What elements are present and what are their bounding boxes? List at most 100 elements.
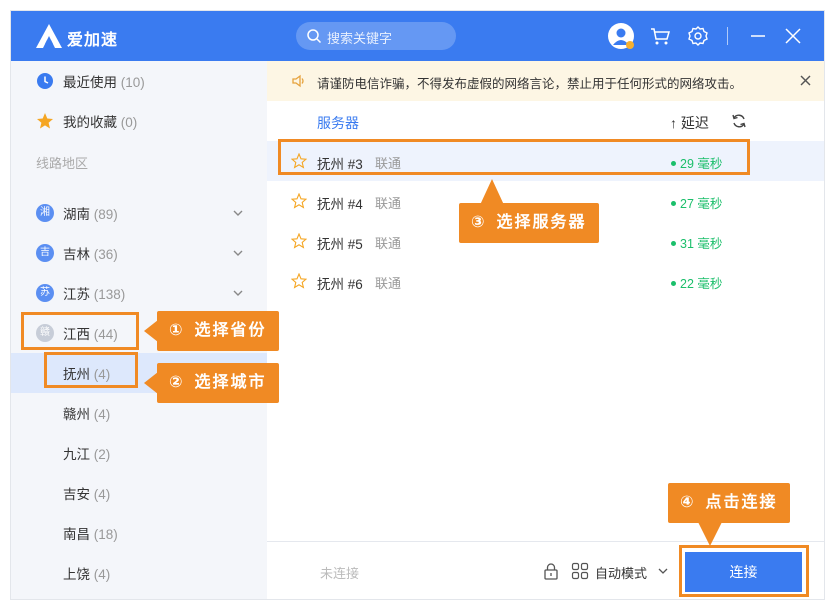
province-badge: 湘	[36, 204, 54, 222]
sidebar-city-nanchang[interactable]: 南昌 (18)	[11, 513, 267, 553]
star-icon	[37, 113, 53, 129]
step-text: 选择城市	[194, 374, 267, 391]
server-isp: 联通	[375, 196, 402, 211]
search-input[interactable]: 搜索关键字	[296, 22, 456, 50]
cart-icon[interactable]	[648, 24, 672, 48]
step-number: ①	[169, 322, 185, 339]
city-label: 九江	[63, 447, 90, 462]
sidebar-item-favorites[interactable]: 我的收藏 (0)	[11, 101, 267, 141]
server-isp: 联通	[375, 236, 402, 251]
annotation-callout-step3: ③ 选择服务器	[459, 203, 599, 243]
star-outline-icon[interactable]	[291, 233, 307, 249]
speaker-icon	[292, 74, 304, 88]
sidebar-city-shangrao[interactable]: 上饶 (4)	[11, 553, 267, 593]
mode-select[interactable]: 自动模式	[595, 563, 647, 582]
search-icon	[307, 29, 322, 44]
titlebar-divider	[727, 27, 728, 45]
server-ping: 27 毫秒	[671, 193, 722, 212]
province-count: (89)	[93, 207, 118, 222]
sidebar-item-count: (0)	[120, 115, 138, 130]
server-isp: 联通	[375, 276, 402, 291]
notice-text: 请谨防电信诈骗，不得发布虚假的网络言论，禁止用于任何形式的网络攻击。	[317, 77, 743, 91]
sidebar-city-jian[interactable]: 吉安 (4)	[11, 473, 267, 513]
callout-pointer	[480, 179, 504, 205]
step-text: 点击连接	[705, 494, 778, 511]
annotation-highlight-connect	[679, 545, 809, 597]
server-ping: 22 毫秒	[671, 273, 722, 292]
server-name: 抚州 #6	[317, 277, 363, 292]
region-section-label: 线路地区	[36, 156, 89, 171]
column-servers[interactable]: 服务器	[317, 113, 359, 133]
refresh-icon[interactable]	[731, 113, 747, 129]
app-name: 爱加速	[67, 32, 119, 49]
server-ping: 31 毫秒	[671, 233, 722, 252]
server-ping-value: 27 毫秒	[680, 197, 723, 211]
search-placeholder: 搜索关键字	[327, 31, 393, 46]
step-number: ③	[471, 214, 487, 231]
server-ping-value: 31 毫秒	[680, 237, 723, 251]
ping-dot-icon	[671, 241, 676, 247]
notice-close-icon[interactable]	[799, 74, 812, 87]
clock-icon	[37, 73, 53, 89]
annotation-callout-step4: ④ 点击连接	[668, 483, 790, 523]
city-label: 赣州	[63, 407, 90, 422]
chevron-down-icon	[233, 210, 243, 216]
sidebar-item-label: 最近使用	[63, 75, 117, 90]
city-count: (2)	[93, 447, 111, 462]
sidebar-item-recent[interactable]: 最近使用 (10)	[11, 61, 267, 101]
star-outline-icon[interactable]	[291, 193, 307, 209]
server-name: 抚州 #4	[317, 197, 363, 212]
province-badge: 吉	[36, 244, 54, 262]
chevron-down-icon	[233, 290, 243, 296]
close-icon[interactable]	[781, 24, 805, 48]
province-count: (138)	[93, 287, 126, 302]
province-label: 湖南	[63, 207, 90, 222]
title-bar: 爱加速 搜索关键字	[11, 11, 824, 61]
connection-status: 未连接	[320, 566, 360, 581]
column-latency-sort[interactable]: ↑ 延迟	[670, 113, 709, 133]
city-label: 上饶	[63, 567, 90, 582]
sidebar-city-jiujiang[interactable]: 九江 (2)	[11, 433, 267, 473]
sidebar-item-count: (10)	[120, 75, 145, 90]
step-number: ②	[169, 374, 185, 391]
chevron-down-icon	[233, 250, 243, 256]
province-label: 江苏	[63, 287, 90, 302]
sidebar-province-hunan[interactable]: 湘 湖南 (89)	[11, 193, 267, 233]
ping-dot-icon	[671, 281, 676, 287]
annotation-highlight-province	[21, 312, 139, 350]
step-text: 选择省份	[194, 322, 267, 339]
province-label: 吉林	[63, 247, 90, 262]
callout-pointer	[698, 522, 722, 546]
city-label: 吉安	[63, 487, 90, 502]
minimize-icon[interactable]	[746, 24, 770, 48]
server-row[interactable]: 抚州 #6 联通 22 毫秒	[267, 261, 824, 301]
step-number: ④	[680, 494, 696, 511]
server-name: 抚州 #5	[317, 237, 363, 252]
city-count: (18)	[93, 527, 118, 542]
star-outline-icon[interactable]	[291, 273, 307, 289]
city-count: (4)	[93, 407, 111, 422]
sidebar-province-jiangsu[interactable]: 苏 江苏 (138)	[11, 273, 267, 313]
province-count: (36)	[93, 247, 118, 262]
server-list-header: 服务器 ↑ 延迟	[267, 101, 824, 141]
callout-pointer	[144, 320, 158, 342]
avatar-icon[interactable]	[607, 22, 635, 50]
annotation-callout-step1: ① 选择省份	[157, 311, 279, 351]
annotation-highlight-city	[44, 352, 138, 388]
city-count: (4)	[93, 567, 111, 582]
chevron-down-icon[interactable]	[658, 566, 668, 576]
gear-icon[interactable]	[686, 24, 710, 48]
server-ping-value: 22 毫秒	[680, 277, 723, 291]
ping-dot-icon	[671, 201, 676, 207]
annotation-callout-step2: ② 选择城市	[157, 363, 279, 403]
app-logo-icon	[36, 24, 62, 48]
lock-icon[interactable]	[542, 562, 560, 580]
city-count: (4)	[93, 487, 111, 502]
sidebar-item-label: 我的收藏	[63, 115, 117, 130]
grid-mode-icon[interactable]	[571, 562, 589, 580]
callout-pointer	[144, 372, 158, 394]
annotation-highlight-server	[278, 139, 750, 175]
step-text: 选择服务器	[496, 214, 587, 231]
city-label: 南昌	[63, 527, 90, 542]
sidebar-province-jilin[interactable]: 吉 吉林 (36)	[11, 233, 267, 273]
